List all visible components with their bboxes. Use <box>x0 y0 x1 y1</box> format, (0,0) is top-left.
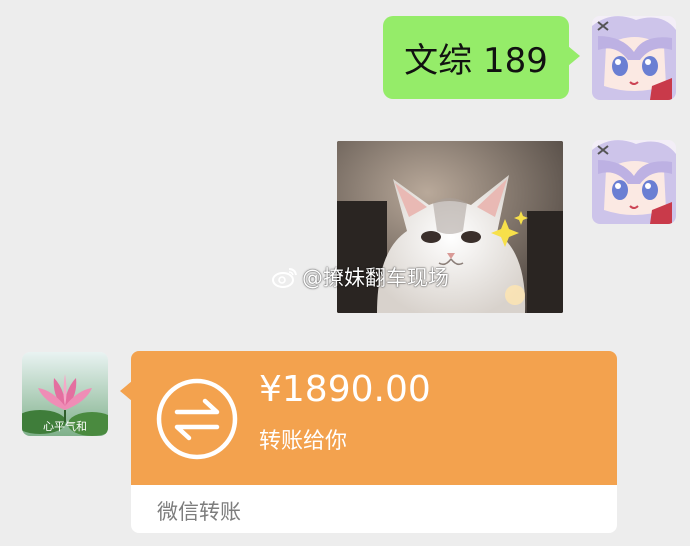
transfer-card-body[interactable]: ¥1890.00 转账给你 <box>120 351 617 485</box>
transfer-card-footer: 微信转账 <box>131 485 617 533</box>
anime-girl-avatar-icon <box>592 16 676 100</box>
watermark-text: @撩妹翻车现场 <box>302 266 449 290</box>
lotus-avatar-icon: 心平气和 <box>22 352 108 436</box>
avatar-caption: 心平气和 <box>43 419 87 433</box>
sent-text-bubble[interactable]: 文综 189 <box>383 16 580 99</box>
anime-girl-avatar-icon <box>592 140 676 224</box>
wechat-transfer-card[interactable]: ¥1890.00 转账给你 微信转账 <box>120 351 617 533</box>
message-text: 文综 189 <box>404 41 548 81</box>
transfer-note: 转账给你 <box>259 429 348 454</box>
transfer-arrows-icon <box>155 377 239 461</box>
weibo-icon <box>272 266 298 288</box>
avatar-self[interactable] <box>592 16 676 100</box>
transfer-amount: ¥1890.00 <box>259 369 431 410</box>
avatar-contact[interactable]: 心平气和 <box>22 352 108 436</box>
watermark: @撩妹翻车现场 <box>272 262 449 292</box>
avatar-self[interactable] <box>592 140 676 224</box>
transfer-footer-label: 微信转账 <box>157 500 241 524</box>
